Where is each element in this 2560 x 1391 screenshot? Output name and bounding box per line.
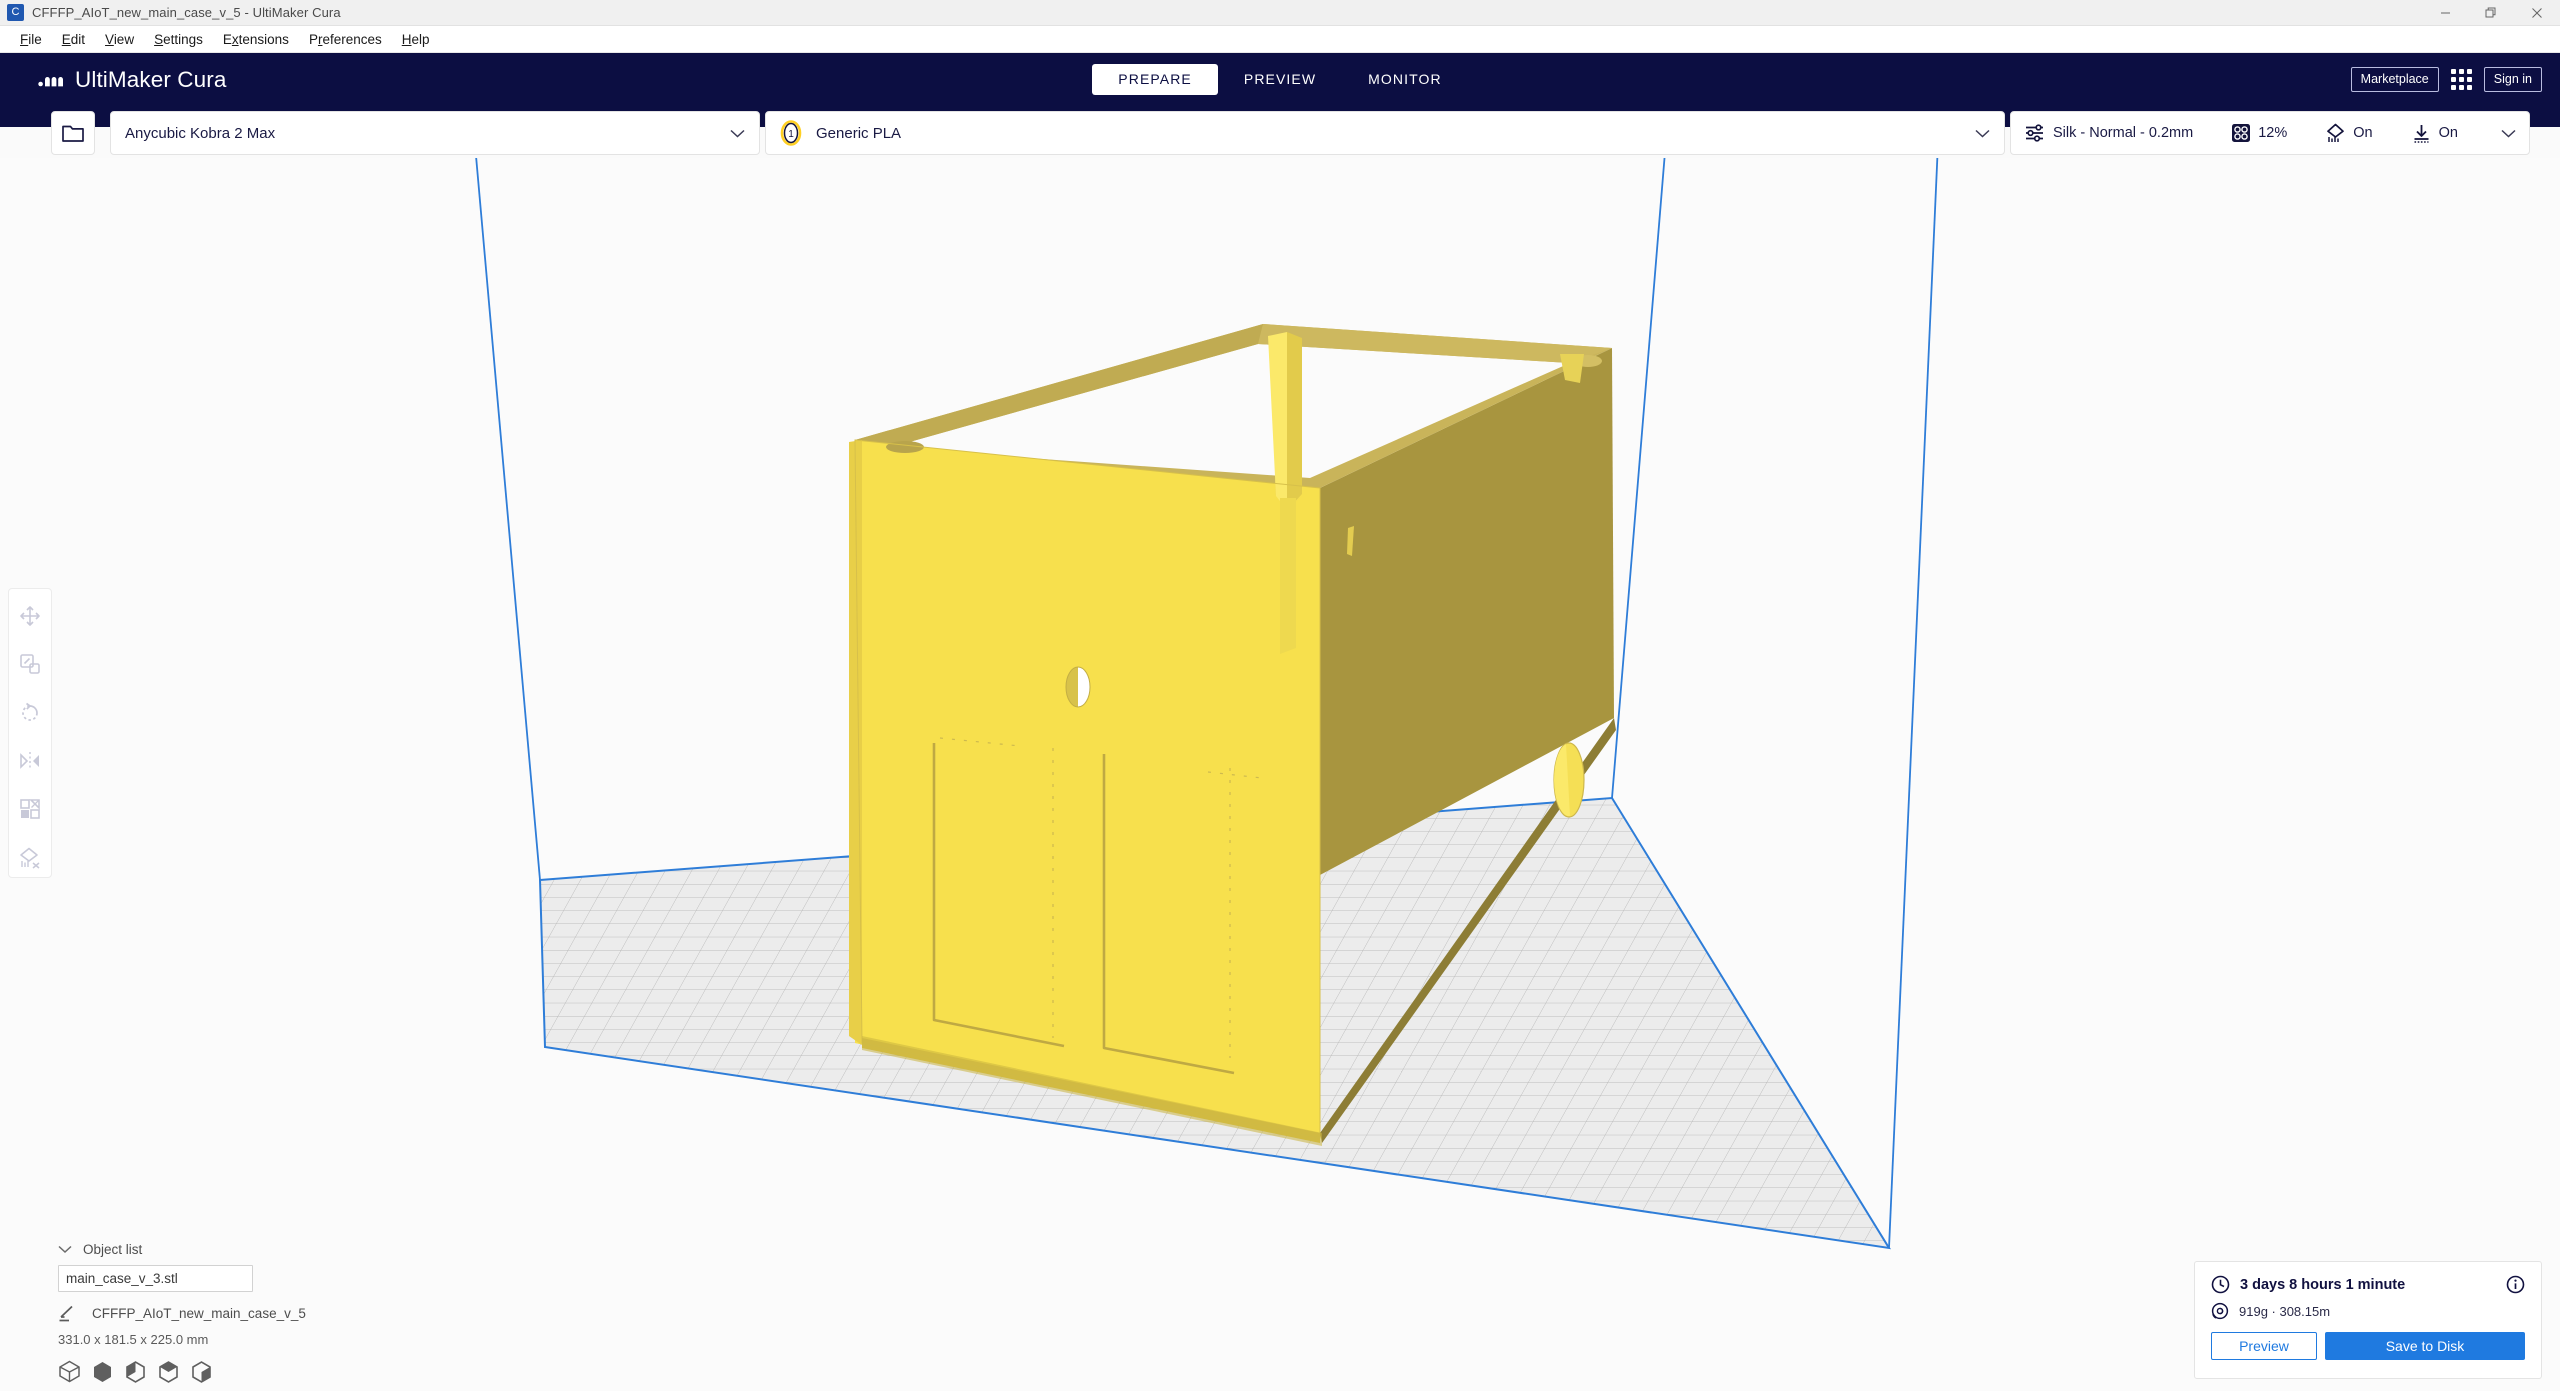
material-usage: 919g · 308.15m xyxy=(2239,1303,2331,1319)
object-list-header[interactable]: Object list xyxy=(58,1242,378,1257)
move-tool[interactable] xyxy=(10,597,50,635)
quality-profile-name: Silk - Normal - 0.2mm xyxy=(2053,125,2194,141)
spool-icon xyxy=(2211,1302,2229,1320)
print-settings-sliders-icon xyxy=(2026,124,2043,142)
object-list-panel: Object list main_case_v_3.stl CFFFP_AIoT… xyxy=(58,1242,378,1383)
model-tools-toolbar xyxy=(8,588,52,878)
menu-preferences[interactable]: Preferences xyxy=(299,26,392,53)
info-icon[interactable] xyxy=(2506,1275,2525,1294)
print-time-row: 3 days 8 hours 1 minute xyxy=(2211,1275,2525,1294)
cura-app-icon: C xyxy=(7,4,24,21)
cube-xray-icon[interactable] xyxy=(124,1360,147,1383)
support-value: On xyxy=(2353,125,2373,141)
material-name: Generic PLA xyxy=(816,124,902,142)
apps-grid-icon[interactable] xyxy=(2450,69,2472,90)
selected-object-field[interactable]: main_case_v_3.stl xyxy=(58,1265,253,1292)
chevron-down-icon xyxy=(730,129,745,138)
preview-button[interactable]: Preview xyxy=(2211,1332,2317,1360)
per-model-settings-tool[interactable] xyxy=(10,790,50,828)
clock-icon xyxy=(2211,1275,2230,1294)
print-job-panel: 3 days 8 hours 1 minute 919g · 308.15m P… xyxy=(2194,1261,2542,1379)
adhesion-icon xyxy=(2414,124,2429,143)
object-list-label: Object list xyxy=(83,1242,143,1257)
material-selector[interactable]: 1 Generic PLA xyxy=(765,111,2005,155)
model-dimensions: 331.0 x 181.5 x 225.0 mm xyxy=(58,1332,209,1347)
job-actions: Preview Save to Disk xyxy=(2211,1332,2525,1360)
cube-layers-icon[interactable] xyxy=(190,1360,213,1383)
minimize-icon[interactable] xyxy=(2422,0,2468,26)
rotate-tool[interactable] xyxy=(10,694,50,732)
rotate-icon xyxy=(22,702,38,721)
menu-help[interactable]: Help xyxy=(392,26,440,53)
svg-text:1: 1 xyxy=(788,129,794,140)
cube-solid-icon[interactable] xyxy=(91,1360,114,1383)
print-settings-selector[interactable]: Silk - Normal - 0.2mm 12% On On xyxy=(2010,111,2530,155)
menu-view[interactable]: View xyxy=(95,26,144,53)
view-mode-icons xyxy=(58,1360,378,1383)
tab-monitor[interactable]: MONITOR xyxy=(1342,64,1468,95)
folder-open-icon xyxy=(62,125,84,142)
support-blocker-icon xyxy=(20,847,40,869)
project-name: CFFFP_AIoT_new_main_case_v_5 xyxy=(92,1306,306,1321)
scene xyxy=(475,158,1939,1250)
cube-top-icon[interactable] xyxy=(157,1360,180,1383)
extruder-1-badge: 1 xyxy=(780,120,802,146)
header-actions: Marketplace Sign in xyxy=(2350,53,2542,106)
infill-icon xyxy=(2232,124,2251,142)
window-titlebar: C CFFFP_AIoT_new_main_case_v_5 - UltiMak… xyxy=(0,0,2560,26)
material-usage-row: 919g · 308.15m xyxy=(2211,1302,2525,1320)
quality-group: Silk - Normal - 0.2mm xyxy=(2024,122,2193,144)
main-tabs: PREPARE PREVIEW MONITOR xyxy=(0,53,2560,106)
scale-tool[interactable] xyxy=(10,645,50,683)
window-controls xyxy=(2422,0,2560,26)
machine-selector[interactable]: Anycubic Kobra 2 Max xyxy=(110,111,760,155)
print-time: 3 days 8 hours 1 minute xyxy=(2240,1276,2406,1293)
support-blocker-tool[interactable] xyxy=(10,839,50,877)
sign-in-button[interactable]: Sign in xyxy=(2483,67,2542,92)
menubar: File Edit View Settings Extensions Prefe… xyxy=(0,26,2560,53)
infill-group: 12% xyxy=(2231,123,2287,143)
chevron-down-icon xyxy=(1975,129,1990,138)
chevron-down-icon xyxy=(58,1245,72,1254)
move-icon xyxy=(20,606,40,626)
per-model-settings-icon xyxy=(20,799,40,820)
support-group: On xyxy=(2325,123,2373,144)
settings-bar: Anycubic Kobra 2 Max 1 Generic PLA Silk … xyxy=(0,106,2560,158)
menu-extensions[interactable]: Extensions xyxy=(213,26,299,53)
cube-outline-icon[interactable] xyxy=(58,1360,81,1383)
close-icon[interactable] xyxy=(2514,0,2560,26)
machine-name: Anycubic Kobra 2 Max xyxy=(125,124,276,142)
menu-file[interactable]: File xyxy=(10,26,52,53)
3d-viewport[interactable] xyxy=(0,158,2560,1391)
restore-icon[interactable] xyxy=(2468,0,2514,26)
selected-object-name: main_case_v_3.stl xyxy=(66,1271,178,1286)
menu-edit[interactable]: Edit xyxy=(52,26,95,53)
mirror-tool[interactable] xyxy=(10,742,50,780)
scale-icon xyxy=(20,654,40,675)
app-header: UltiMaker Cura PREPARE PREVIEW MONITOR M… xyxy=(0,53,2560,106)
chevron-down-icon xyxy=(2501,129,2516,138)
tab-preview[interactable]: PREVIEW xyxy=(1218,64,1342,95)
save-to-disk-button[interactable]: Save to Disk xyxy=(2325,1332,2525,1360)
project-name-row[interactable]: CFFFP_AIoT_new_main_case_v_5 xyxy=(58,1304,378,1323)
window-title: CFFFP_AIoT_new_main_case_v_5 - UltiMaker… xyxy=(32,5,341,20)
menu-settings[interactable]: Settings xyxy=(144,26,213,53)
adhesion-group: On xyxy=(2411,123,2458,144)
adhesion-value: On xyxy=(2438,125,2458,141)
infill-value: 12% xyxy=(2258,125,2288,141)
open-file-button[interactable] xyxy=(51,111,95,155)
pencil-icon xyxy=(59,1305,73,1322)
marketplace-button[interactable]: Marketplace xyxy=(2350,67,2439,92)
tab-prepare[interactable]: PREPARE xyxy=(1092,64,1218,95)
mirror-icon xyxy=(20,752,39,771)
support-icon xyxy=(2327,123,2345,142)
